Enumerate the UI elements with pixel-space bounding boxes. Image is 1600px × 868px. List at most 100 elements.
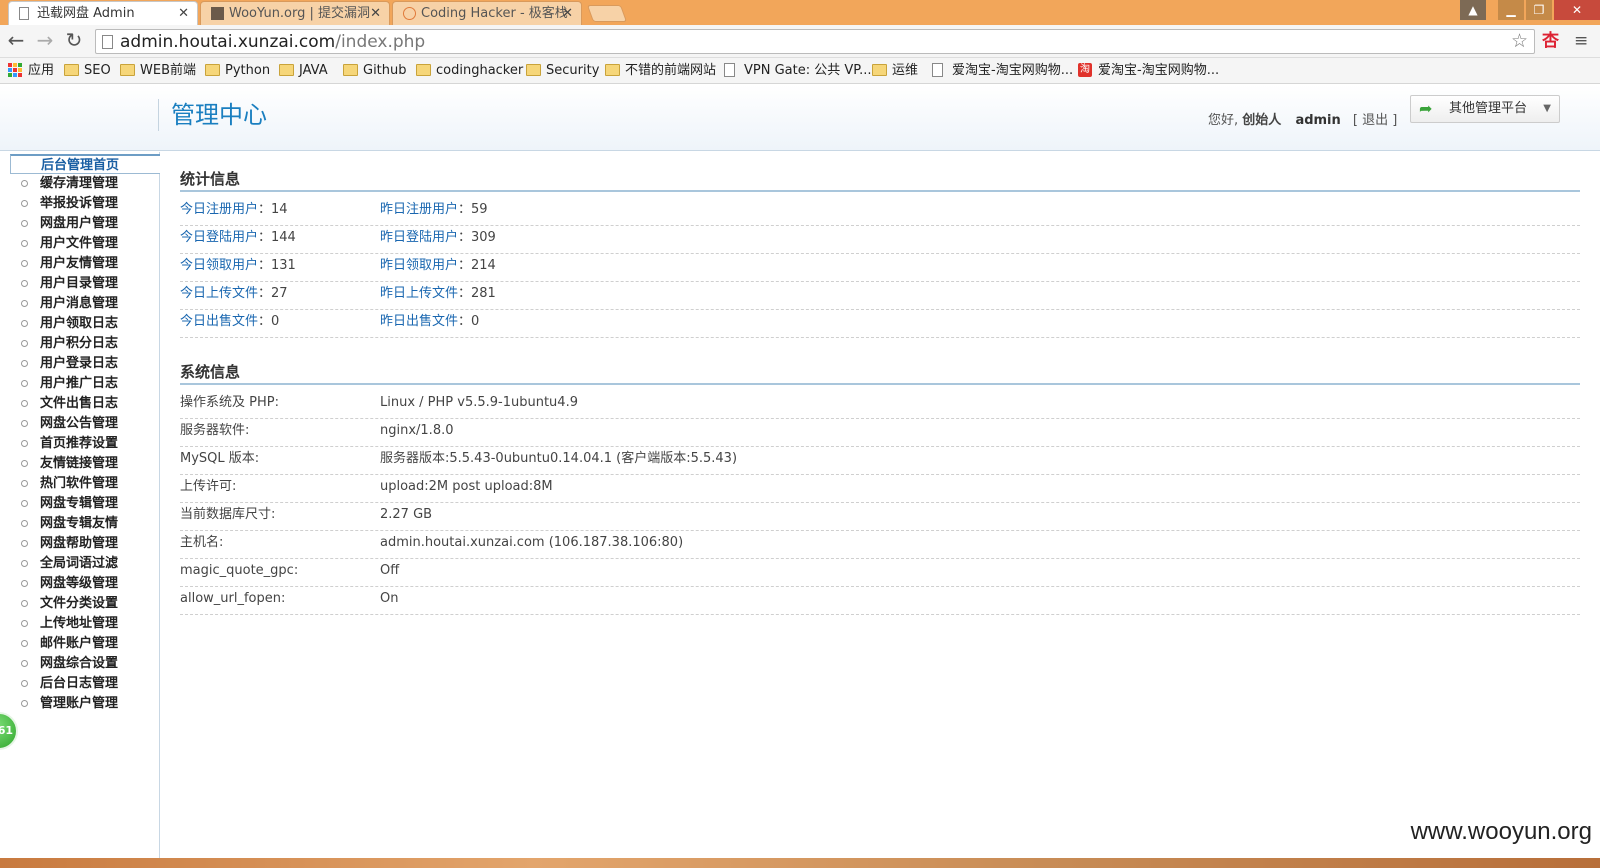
folder-icon [343, 64, 358, 76]
floating-speed-badge[interactable]: 61 [0, 712, 18, 750]
bookmark-vpn-gate[interactable]: VPN Gate: 公共 VP... [724, 62, 871, 79]
forward-icon[interactable]: → [33, 29, 57, 53]
sidebar-item[interactable]: 用户文件管理 [0, 234, 159, 254]
admin-page: 管理中心 您好, 创始人 admin [ 退出 ] ➦ 其他管理平台 ▼ 后台管… [0, 85, 1600, 858]
new-tab-button[interactable] [586, 5, 628, 22]
system-row: magic_quote_gpc: Off [180, 559, 1580, 587]
sidebar-item[interactable]: 网盘用户管理 [0, 214, 159, 234]
address-bar[interactable]: admin.houtai.xunzai.com/index.php ☆ [95, 29, 1535, 54]
bookmark-ops[interactable]: 运维 [872, 62, 918, 79]
sidebar-item[interactable]: 邮件账户管理 [0, 634, 159, 654]
sidebar-item[interactable]: 用户友情管理 [0, 254, 159, 274]
sidebar-item[interactable]: 友情链接管理 [0, 454, 159, 474]
bookmark-java[interactable]: JAVA [279, 62, 328, 79]
sidebar-nav: 后台管理首页 缓存清理管理 举报投诉管理 网盘用户管理 用户文件管理 用户友情管… [0, 152, 160, 858]
bookmark-seo[interactable]: SEO [64, 62, 111, 79]
restore-button[interactable]: ❐ [1526, 0, 1552, 20]
tab-title: 迅载网盘 Admin [37, 6, 135, 21]
sidebar-item[interactable]: 网盘等级管理 [0, 574, 159, 594]
os-taskbar [0, 858, 1600, 868]
sidebar-item[interactable]: 用户领取日志 [0, 314, 159, 334]
stats-row: 今日上传文件：27 昨日上传文件：281 [180, 282, 1580, 310]
share-arrow-icon: ➦ [1419, 99, 1433, 118]
stats-section-title: 统计信息 [180, 168, 1580, 192]
sidebar-item[interactable]: 热门软件管理 [0, 474, 159, 494]
platform-select[interactable]: ➦ 其他管理平台 ▼ [1410, 95, 1560, 123]
page-icon [724, 63, 735, 77]
bullet-icon [21, 580, 28, 587]
bookmark-star-icon[interactable]: ☆ [1511, 30, 1528, 52]
sidebar-item[interactable]: 上传地址管理 [0, 614, 159, 634]
sidebar-item[interactable]: 后台日志管理 [0, 674, 159, 694]
bullet-icon [21, 460, 28, 467]
bookmark-github[interactable]: Github [343, 62, 407, 79]
bookmark-apps[interactable]: 应用 [8, 62, 54, 79]
bookmark-aitaobao-1[interactable]: 爱淘宝-淘宝网购物... [932, 62, 1073, 79]
wooyun-watermark: www.wooyun.org [1410, 818, 1592, 845]
sidebar-item[interactable]: 缓存清理管理 [0, 174, 159, 194]
sidebar-item[interactable]: 用户消息管理 [0, 294, 159, 314]
bookmark-web[interactable]: WEB前端 [120, 62, 196, 79]
bullet-icon [21, 180, 28, 187]
tab-wooyun[interactable]: WooYun.org | 提交漏洞 ✕ [200, 1, 390, 25]
sidebar-item[interactable]: 全局词语过滤 [0, 554, 159, 574]
bookmark-security[interactable]: Security [526, 62, 599, 79]
sidebar-item[interactable]: 网盘专辑管理 [0, 494, 159, 514]
sidebar-item-home[interactable]: 后台管理首页 [10, 154, 160, 174]
bullet-icon [21, 360, 28, 367]
folder-icon [872, 64, 887, 76]
bullet-icon [21, 320, 28, 327]
logout-link[interactable]: [ 退出 ] [1353, 113, 1397, 128]
folder-icon [64, 64, 79, 76]
reload-icon[interactable]: ↻ [62, 29, 86, 53]
chevron-down-icon: ▼ [1543, 103, 1551, 114]
wooyun-favicon-icon [211, 7, 224, 20]
tab-xunzai-admin[interactable]: 迅载网盘 Admin ✕ [8, 1, 198, 25]
user-role: 创始人 [1242, 113, 1282, 128]
sidebar-item[interactable]: 用户积分日志 [0, 334, 159, 354]
menu-icon[interactable]: ≡ [1574, 30, 1588, 52]
bookmark-codinghacker[interactable]: codinghacker [416, 62, 523, 79]
platform-select-label: 其他管理平台 [1449, 101, 1528, 116]
apps-icon [8, 63, 23, 77]
bullet-icon [21, 300, 28, 307]
bullet-icon [21, 640, 28, 647]
sidebar-item[interactable]: 文件分类设置 [0, 594, 159, 614]
sidebar-item[interactable]: 管理账户管理 [0, 694, 159, 714]
bookmark-aitaobao-2[interactable]: 淘爱淘宝-淘宝网购物... [1078, 62, 1219, 79]
user-icon[interactable]: ▲ [1460, 0, 1486, 20]
browser-toolbar: ← → ↻ admin.houtai.xunzai.com/index.php … [0, 25, 1600, 58]
page-icon [19, 7, 29, 20]
bookmark-frontend-sites[interactable]: 不错的前端网站 [605, 62, 716, 79]
taobao-icon: 淘 [1078, 63, 1092, 77]
coding-hacker-favicon-icon [403, 7, 416, 20]
minimize-button[interactable]: ▁ [1498, 0, 1524, 20]
system-row: allow_url_fopen: On [180, 587, 1580, 615]
sidebar-item[interactable]: 用户登录日志 [0, 354, 159, 374]
page-title: 管理中心 [158, 99, 267, 131]
bullet-icon [21, 540, 28, 547]
sidebar-item[interactable]: 文件出售日志 [0, 394, 159, 414]
system-section-title: 系统信息 [180, 361, 1580, 385]
url-text[interactable]: admin.houtai.xunzai.com/index.php [120, 31, 425, 53]
bullet-icon [21, 340, 28, 347]
extension-icon[interactable]: 杏 [1542, 30, 1559, 52]
bullet-icon [21, 200, 28, 207]
sidebar-item[interactable]: 用户推广日志 [0, 374, 159, 394]
bullet-icon [21, 600, 28, 607]
close-icon[interactable]: ✕ [178, 2, 189, 25]
tab-coding-hacker[interactable]: Coding Hacker - 极客栈 ✕ [392, 1, 582, 25]
sidebar-item[interactable]: 用户目录管理 [0, 274, 159, 294]
sidebar-item[interactable]: 网盘公告管理 [0, 414, 159, 434]
sidebar-item[interactable]: 首页推荐设置 [0, 434, 159, 454]
window-close-button[interactable]: ✕ [1554, 0, 1600, 20]
bookmark-python[interactable]: Python [205, 62, 270, 79]
sidebar-item[interactable]: 网盘综合设置 [0, 654, 159, 674]
close-icon[interactable]: ✕ [370, 2, 381, 25]
back-icon[interactable]: ← [4, 29, 28, 53]
sidebar-item[interactable]: 网盘专辑友情 [0, 514, 159, 534]
close-icon[interactable]: ✕ [562, 2, 573, 25]
system-row: 当前数据库尺寸: 2.27 GB [180, 503, 1580, 531]
sidebar-item[interactable]: 网盘帮助管理 [0, 534, 159, 554]
sidebar-item[interactable]: 举报投诉管理 [0, 194, 159, 214]
